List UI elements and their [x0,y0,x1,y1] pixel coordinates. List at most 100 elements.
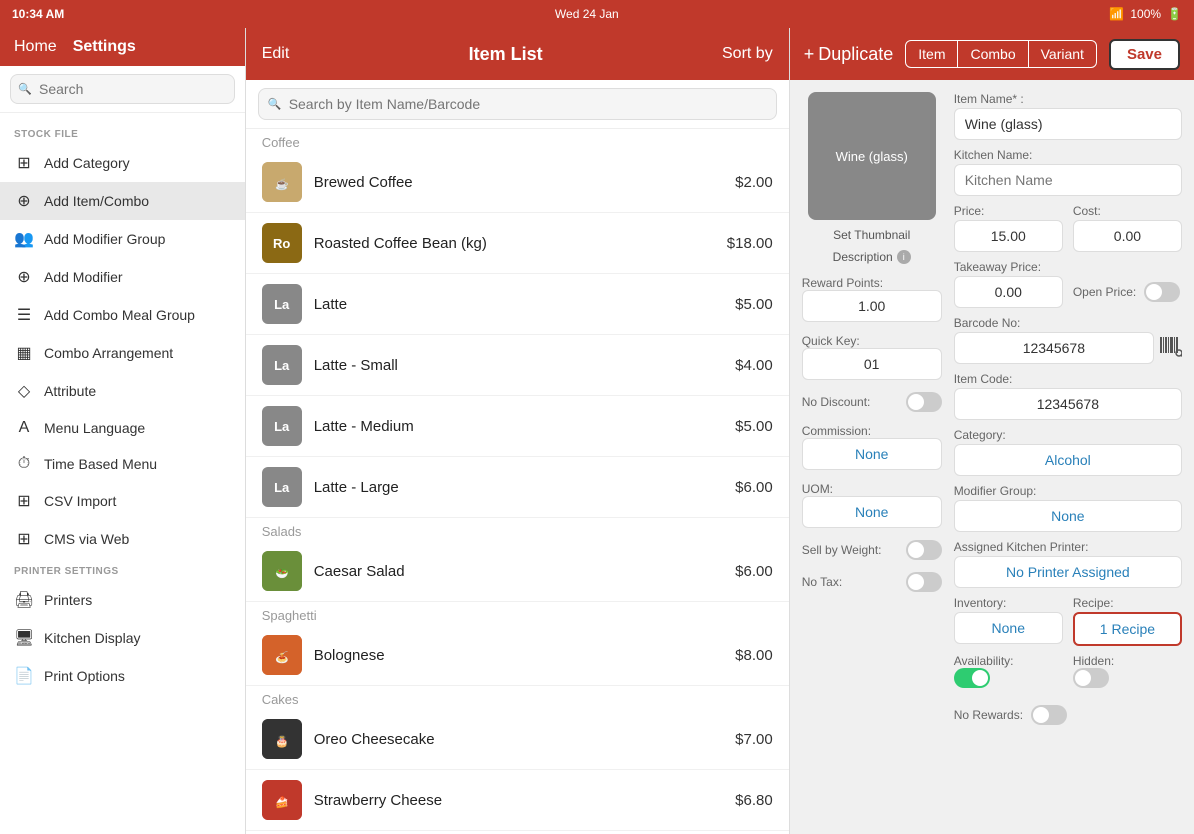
tab-variant[interactable]: Variant [1028,41,1096,67]
category-button[interactable]: Alcohol [954,444,1182,476]
list-item[interactable]: Ro Roasted Coffee Bean (kg) $18.00 [246,213,789,274]
price-input[interactable] [954,220,1063,252]
recipe-label: Recipe: [1073,596,1182,610]
item-name-label: Item Name* : [954,92,1182,106]
no-tax-label: No Tax: [802,575,842,589]
barcode-input[interactable] [954,332,1154,364]
no-rewards-toggle[interactable] [1031,705,1067,725]
item-price: $6.80 [735,792,773,809]
settings-button[interactable]: Settings [73,38,136,56]
item-name: Oreo Cheesecake [314,731,723,748]
category-label: Category: [954,428,1182,442]
sidebar-item-add-modifier-group[interactable]: 👥 Add Modifier Group [0,220,245,258]
commission-button[interactable]: None [802,438,942,470]
sidebar-item-time-based-menu[interactable]: ⏱ Time Based Menu [0,446,245,482]
sidebar-item-printers[interactable]: 🖨 Printers [0,581,245,619]
list-item[interactable]: 🍰 Strawberry Cheese $6.80 [246,770,789,831]
cost-label: Cost: [1073,204,1182,218]
quick-key-input[interactable] [802,348,942,380]
sidebar-item-add-combo-meal-group[interactable]: ☰ Add Combo Meal Group [0,296,245,334]
sidebar-item-label: Add Modifier [44,269,123,285]
battery-icon: 🔋 [1167,7,1182,21]
sidebar-item-kitchen-display[interactable]: 🖥 Kitchen Display [0,619,245,657]
item-name-input[interactable] [954,108,1182,140]
middle-search-container [246,80,789,129]
list-item[interactable]: ☕ Brewed Coffee $2.00 [246,152,789,213]
sidebar-item-add-modifier[interactable]: ⊕ Add Modifier [0,258,245,296]
item-search-input[interactable] [258,88,777,120]
sidebar-item-print-options[interactable]: 📄 Print Options [0,657,245,695]
uom-button[interactable]: None [802,496,942,528]
sort-by-button[interactable]: Sort by [722,45,773,63]
sidebar-item-label: Add Category [44,155,130,171]
sidebar-item-attribute[interactable]: ◇ Attribute [0,372,245,410]
sidebar-item-add-category[interactable]: ⊞ Add Category [0,144,245,182]
file-icon: ⊞ [14,491,34,511]
sidebar-content: STOCK FILE ⊞ Add Category ⊕ Add Item/Com… [0,113,245,834]
item-price: $5.00 [735,418,773,435]
item-code-label: Item Code: [954,372,1182,386]
duplicate-label: Duplicate [818,44,893,65]
barcode-scan-icon[interactable] [1158,333,1182,363]
sell-by-weight-label: Sell by Weight: [802,543,882,557]
reward-points-input[interactable] [802,290,942,322]
inventory-button[interactable]: None [954,612,1063,644]
hidden-toggle[interactable] [1073,668,1109,688]
plus-icon: ⊕ [14,267,34,287]
sidebar-item-csv-import[interactable]: ⊞ CSV Import [0,482,245,520]
svg-text:🥗: 🥗 [275,568,289,580]
tab-item[interactable]: Item [906,41,957,67]
add-item-button[interactable]: + Duplicate [804,44,894,65]
right-panel: + Duplicate Item Combo Variant Save Wine… [790,28,1194,834]
tab-combo[interactable]: Combo [957,41,1027,67]
sell-by-weight-toggle[interactable] [906,540,942,560]
open-price-label: Open Price: [1073,285,1136,299]
item-list: Coffee ☕ Brewed Coffee $2.00 Ro Roasted … [246,129,789,834]
sidebar-item-combo-arrangement[interactable]: ▦ Combo Arrangement [0,334,245,372]
sidebar-item-menu-language[interactable]: A Menu Language [0,410,245,446]
list-item[interactable]: 🎂 Oreo Cheesecake $7.00 [246,709,789,770]
item-price: $6.00 [735,479,773,496]
form-left: Wine (glass) Set Thumbnail Description i… [802,92,942,822]
modifier-group-button[interactable]: None [954,500,1182,532]
takeaway-price-input[interactable] [954,276,1063,308]
home-button[interactable]: Home [14,38,57,56]
no-rewards-label: No Rewards: [954,708,1023,722]
edit-button[interactable]: Edit [262,45,290,63]
kitchen-printer-button[interactable]: No Printer Assigned [954,556,1182,588]
sidebar-search-input[interactable] [10,74,235,104]
item-code-input[interactable] [954,388,1182,420]
list-item[interactable]: 🥗 Caesar Salad $6.00 [246,541,789,602]
list-item[interactable]: La Latte - Medium $5.00 [246,396,789,457]
item-image[interactable]: Wine (glass) [808,92,936,220]
inventory-label: Inventory: [954,596,1063,610]
open-price-toggle[interactable] [1144,282,1180,302]
cost-input[interactable] [1073,220,1182,252]
sidebar-item-cms-via-web[interactable]: ⊞ CMS via Web [0,520,245,558]
svg-text:☕: ☕ [275,177,289,191]
kitchen-name-input[interactable] [954,164,1182,196]
item-name: Latte - Small [314,357,723,374]
kitchen-printer-group: Assigned Kitchen Printer: No Printer Ass… [954,540,1182,588]
availability-toggle[interactable] [954,668,990,688]
info-icon[interactable]: i [897,250,911,264]
list-item[interactable]: 🍝 Bolognese $8.00 [246,625,789,686]
set-thumbnail-button[interactable]: Set Thumbnail [833,228,910,242]
item-thumbnail: La [262,284,302,324]
list-item[interactable]: La Latte $5.00 [246,274,789,335]
category-salads: Salads [246,518,789,541]
list-item[interactable]: La Latte - Small $4.00 [246,335,789,396]
item-price: $7.00 [735,731,773,748]
recipe-button[interactable]: 1 Recipe [1073,612,1182,646]
sidebar-item-add-item-combo[interactable]: ⊕ Add Item/Combo [0,182,245,220]
no-discount-toggle[interactable] [906,392,942,412]
no-discount-label: No Discount: [802,395,871,409]
price-cost-row: Price: Cost: [954,204,1182,252]
sidebar-item-label: Print Options [44,668,125,684]
wifi-icon: 📶 [1109,7,1124,21]
uom-label: UOM: [802,482,942,496]
clock-icon: ⏱ [14,455,34,473]
no-tax-toggle[interactable] [906,572,942,592]
list-item[interactable]: La Latte - Large $6.00 [246,457,789,518]
save-button[interactable]: Save [1109,39,1180,70]
